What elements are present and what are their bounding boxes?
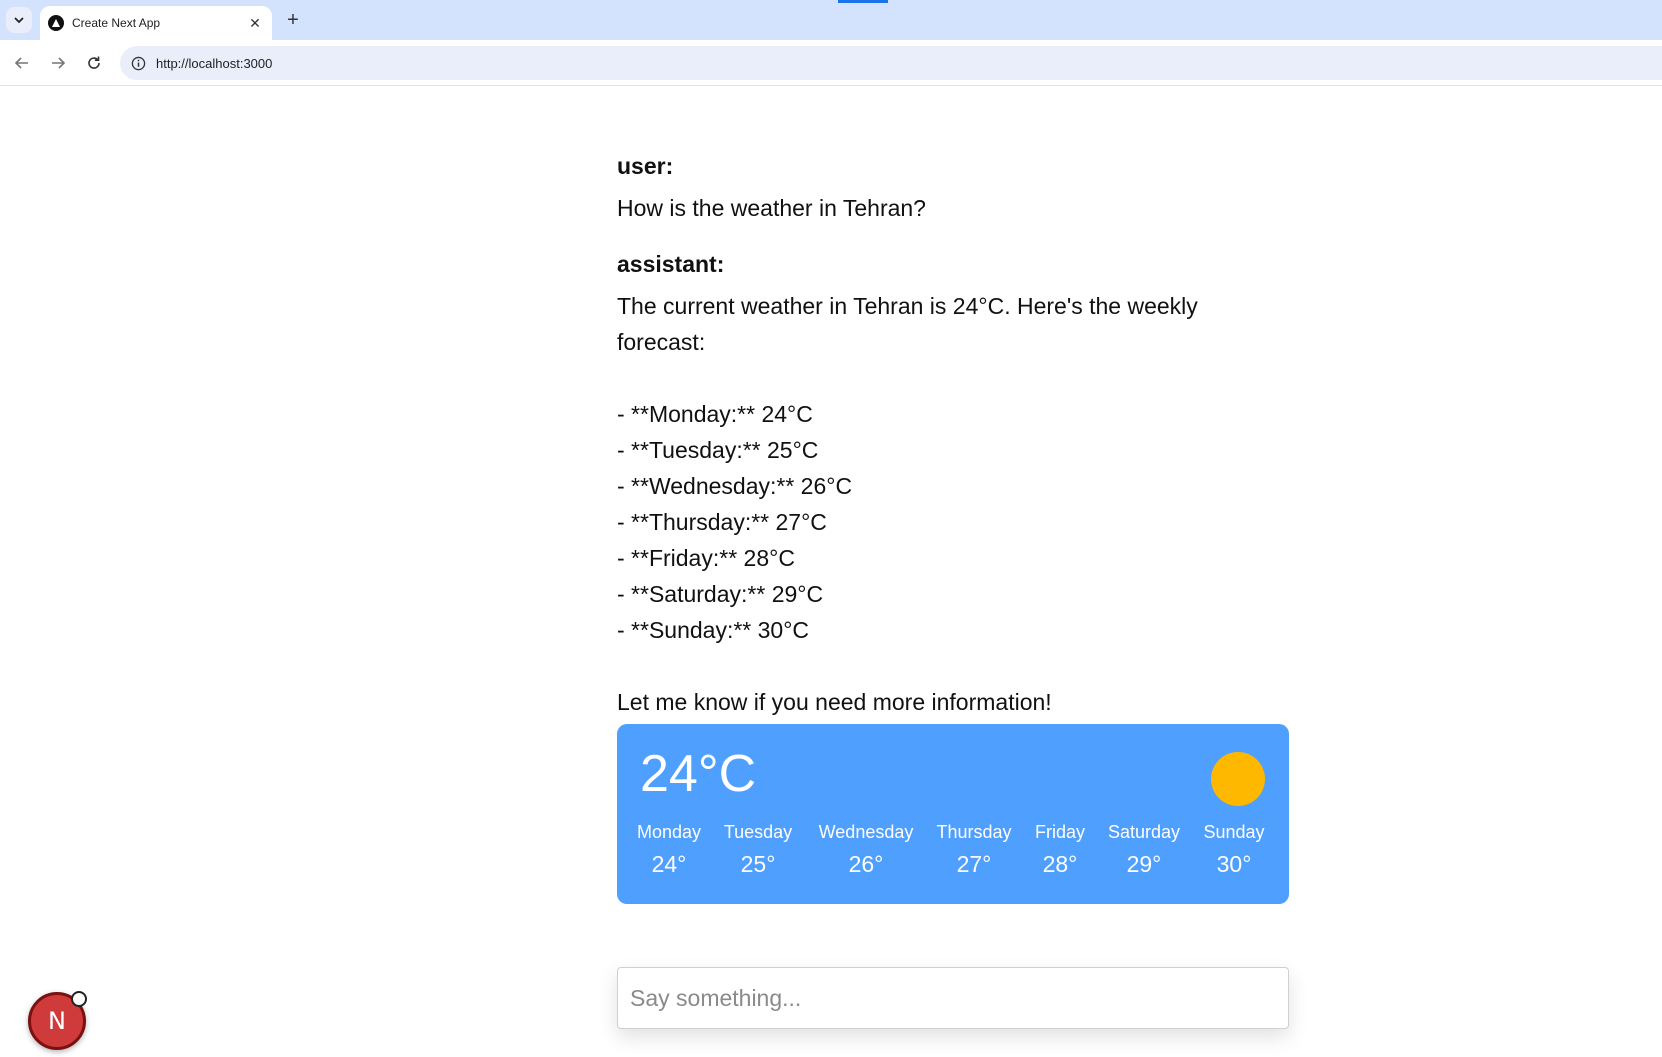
nextjs-favicon-icon [48,15,64,31]
forecast-day-temp: 28° [1042,851,1078,877]
forward-button[interactable] [46,51,70,75]
forecast-day-name: Thursday [936,822,1012,842]
forecast-day-temp: 26° [848,851,884,877]
new-tab-button[interactable]: + [282,9,304,31]
chat-conversation: user: How is the weather in Tehran? assi… [617,150,1289,904]
site-info-icon[interactable] [130,55,146,71]
chat-input[interactable] [617,967,1289,1029]
forecast-day-name: Sunday [1203,822,1265,842]
sun-icon [1211,752,1265,806]
tab-strip-indicator [838,0,888,3]
tab-close-icon[interactable]: ✕ [246,15,264,32]
browser-tab-strip: Create Next App ✕ + [0,0,1662,40]
forecast-day-temp: 30° [1216,851,1252,877]
message-text: How is the weather in Tehran? [617,195,926,221]
address-bar[interactable]: http://localhost:3000 [120,46,1662,80]
forecast-day-temp: 27° [956,851,992,877]
forecast-day-temp: 29° [1126,851,1162,877]
nextjs-dev-tools-button[interactable]: N [28,991,87,1050]
forecast-day: Thursday 27° [936,820,1011,880]
tab-title: Create Next App [72,16,161,30]
message-role: user: [617,153,674,179]
arrow-left-icon [14,57,28,69]
forecast-day-temp: 24° [651,851,687,877]
forecast-day-name: Tuesday [723,822,793,842]
message-user: user: How is the weather in Tehran? [617,150,1289,226]
forecast-day-name: Wednesday [818,822,914,842]
message-role: assistant: [617,251,725,277]
reload-icon [88,56,100,69]
forecast-day-name: Saturday [1107,822,1181,842]
forecast-day: Sunday 30° [1203,820,1264,880]
current-temperature: 24°C [640,745,757,803]
forecast-day-temp: 25° [740,851,776,877]
nextjs-logo-icon: N [48,1007,66,1035]
chat-input-container [617,967,1289,1029]
tab-search-button[interactable] [6,7,32,33]
forecast-day: Monday 24° [637,820,701,880]
chevron-down-icon [14,17,24,24]
url-text[interactable]: http://localhost:3000 [156,56,272,71]
message-text: The current weather in Tehran is 24°C. H… [617,293,1198,715]
status-dot-icon [71,991,87,1007]
forecast-day: Tuesday 25° [724,820,792,880]
reload-button[interactable] [82,51,106,75]
browser-toolbar: http://localhost:3000 [0,40,1662,86]
message-assistant: assistant: The current weather in Tehran… [617,248,1289,720]
forecast-day: Friday 28° [1035,820,1085,880]
forecast-day-name: Monday [636,822,702,842]
weekly-forecast: Monday 24° Tuesday 25° Wednesday 26° Thu… [617,820,1289,880]
forecast-day-name: Friday [1034,822,1086,842]
weather-card: 24°C Monday 24° Tuesday 25° Wednesday 26… [617,724,1289,904]
tab-create-next-app[interactable]: Create Next App ✕ [40,6,272,40]
forecast-day: Saturday 29° [1108,820,1180,880]
back-button[interactable] [10,51,34,75]
forecast-day: Wednesday 26° [819,820,914,880]
arrow-right-icon [52,57,66,69]
